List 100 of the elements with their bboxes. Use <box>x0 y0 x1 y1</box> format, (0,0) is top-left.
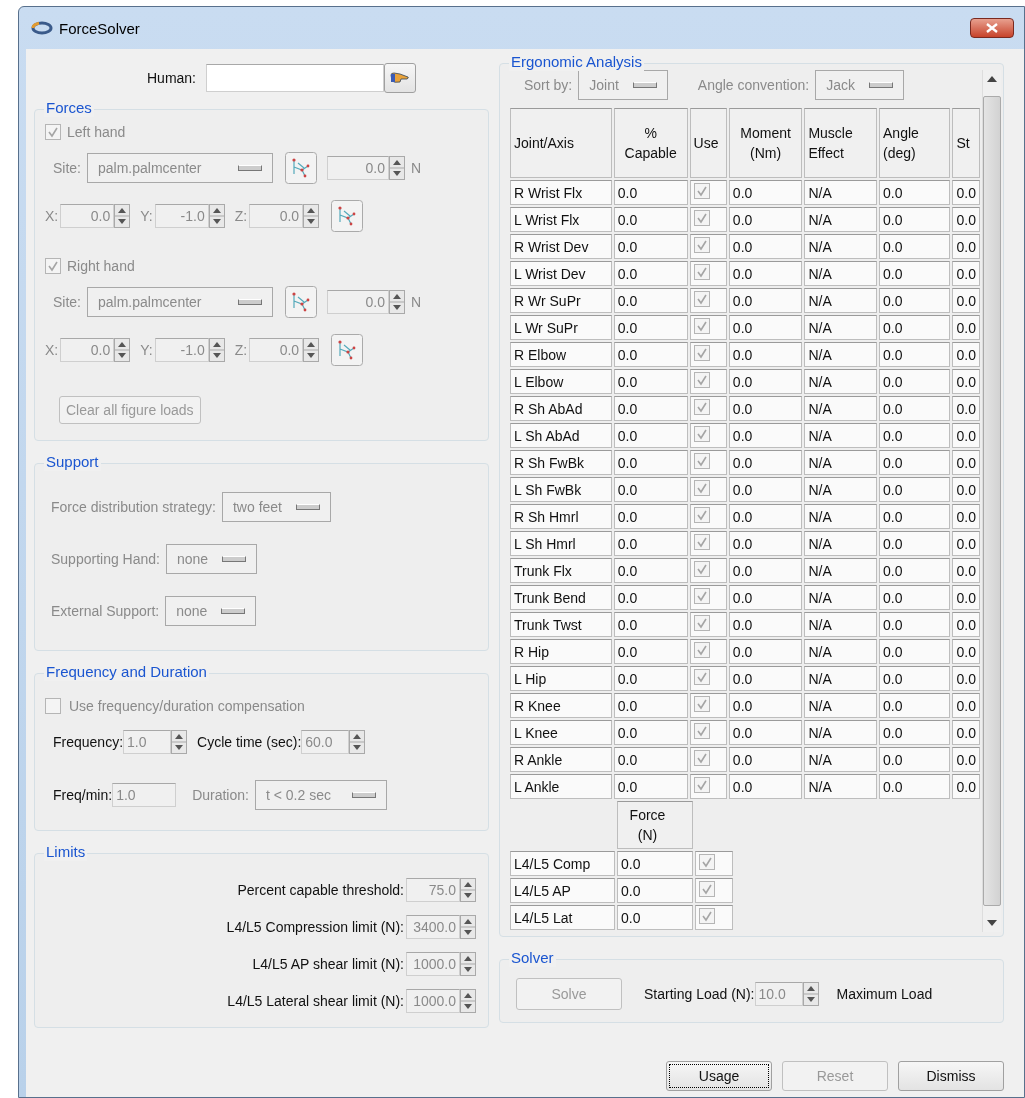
spin-buttons[interactable] <box>460 952 476 976</box>
option-menu[interactable]: Joint <box>578 70 668 100</box>
checkbox[interactable] <box>693 372 710 388</box>
column-header[interactable]: Force (N) <box>617 801 693 849</box>
checkbox[interactable] <box>699 908 715 924</box>
pointing-hand-icon <box>390 72 410 84</box>
checkbox[interactable] <box>693 750 710 766</box>
checkbox[interactable] <box>699 854 715 870</box>
checkbox[interactable] <box>699 881 715 897</box>
checkbox[interactable] <box>45 124 61 140</box>
number-field[interactable]: 75.0 <box>406 878 460 902</box>
table-cell: 0.0 <box>952 450 980 475</box>
table-cell: 0.0 <box>952 774 980 799</box>
dialog-button[interactable]: Dismiss <box>898 1061 1004 1091</box>
number-field[interactable]: -1.0 <box>154 204 209 228</box>
checkbox[interactable] <box>693 426 710 442</box>
table-cell: L Knee <box>510 720 612 745</box>
spin-buttons[interactable] <box>389 290 405 314</box>
spin-buttons[interactable] <box>303 338 320 362</box>
table-cell: N/A <box>804 477 878 502</box>
spin-buttons[interactable] <box>802 982 819 1006</box>
number-field[interactable]: 0.0 <box>327 156 389 180</box>
number-field[interactable]: 0.0 <box>249 338 304 362</box>
checkbox[interactable] <box>693 642 710 658</box>
number-field[interactable]: 10.0 <box>754 982 803 1006</box>
number-field[interactable]: 0.0 <box>327 290 389 314</box>
number-field[interactable]: 1.0 <box>112 783 177 807</box>
checkbox[interactable] <box>693 723 710 739</box>
option-menu[interactable]: palm.palmcenter <box>87 287 273 317</box>
option-menu[interactable]: none <box>165 596 257 626</box>
number-field[interactable]: 3400.0 <box>406 915 460 939</box>
option-menu[interactable]: none <box>165 544 258 574</box>
checkbox[interactable] <box>693 210 710 226</box>
number-field[interactable]: 1.0 <box>123 730 172 754</box>
figure-pick-button[interactable] <box>285 286 317 318</box>
spin-buttons[interactable] <box>171 730 188 754</box>
checkbox[interactable] <box>693 399 710 415</box>
spin-buttons[interactable] <box>114 338 131 362</box>
dialog-button[interactable]: Usage <box>666 1061 772 1091</box>
spin-buttons[interactable] <box>460 915 476 939</box>
number-field[interactable]: 1000.0 <box>406 989 460 1013</box>
text-field[interactable] <box>206 64 384 92</box>
checkbox[interactable] <box>693 237 710 253</box>
spin-buttons[interactable] <box>389 156 405 180</box>
figure-pick-button[interactable] <box>285 152 317 184</box>
checkbox[interactable] <box>693 480 710 496</box>
number-field[interactable]: 0.0 <box>249 204 304 228</box>
option-menu[interactable]: t < 0.2 sec <box>254 780 387 810</box>
checkbox[interactable] <box>45 258 61 274</box>
checkbox[interactable] <box>45 698 61 714</box>
figure-pick-button[interactable] <box>331 200 364 232</box>
column-header[interactable]: St <box>952 108 980 178</box>
number-field[interactable]: 60.0 <box>301 730 350 754</box>
number-field[interactable]: 0.0 <box>60 338 115 362</box>
column-header[interactable]: Joint/Axis <box>510 108 612 178</box>
number-field[interactable]: 0.0 <box>60 204 115 228</box>
column-header[interactable]: Angle (deg) <box>879 108 951 178</box>
scroll-down-icon[interactable] <box>987 920 997 926</box>
pick-button[interactable] <box>384 63 416 93</box>
checkbox[interactable] <box>693 615 710 631</box>
checkbox[interactable] <box>693 318 710 334</box>
figure-pick-button[interactable] <box>331 334 364 366</box>
checkbox[interactable] <box>693 777 710 793</box>
option-menu[interactable]: Jack <box>815 70 904 100</box>
spin-buttons[interactable] <box>460 989 476 1013</box>
checkbox[interactable] <box>693 669 710 685</box>
table-cell: 0.0 <box>613 369 688 394</box>
spin-buttons[interactable] <box>460 878 476 902</box>
number-field[interactable]: -1.0 <box>154 338 209 362</box>
column-header[interactable]: % Capable <box>613 108 688 178</box>
spin-buttons[interactable] <box>303 204 320 228</box>
table-cell: 0.0 <box>879 693 951 718</box>
checkbox[interactable] <box>693 291 710 307</box>
spin-buttons[interactable] <box>349 730 366 754</box>
spin-buttons[interactable] <box>208 338 225 362</box>
checkbox[interactable] <box>693 183 710 199</box>
column-header[interactable]: Use <box>689 108 727 178</box>
column-header[interactable]: Muscle Effect <box>804 108 878 178</box>
field-label: Site: <box>53 294 81 310</box>
option-menu[interactable]: palm.palmcenter <box>87 153 273 183</box>
table-cell: R Ankle <box>510 747 612 772</box>
column-header[interactable]: Moment (Nm) <box>728 108 803 178</box>
clear-loads-button[interactable]: Clear all figure loads <box>59 396 201 424</box>
checkbox[interactable] <box>693 507 710 523</box>
checkbox[interactable] <box>693 264 710 280</box>
option-menu[interactable]: two feet <box>221 492 331 522</box>
close-button[interactable] <box>970 18 1014 38</box>
checkbox[interactable] <box>693 534 710 550</box>
checkbox[interactable] <box>693 453 710 469</box>
spin-buttons[interactable] <box>114 204 131 228</box>
table-cell: 0.0 <box>879 639 951 664</box>
checkbox[interactable] <box>693 696 710 712</box>
scroll-up-icon[interactable] <box>987 76 997 82</box>
checkbox[interactable] <box>693 561 710 577</box>
number-field[interactable]: 1000.0 <box>406 952 460 976</box>
checkbox[interactable] <box>693 588 710 604</box>
checkbox[interactable] <box>693 345 710 361</box>
field-label: Starting Load (N): <box>644 986 755 1002</box>
spin-buttons[interactable] <box>208 204 225 228</box>
field-label: Y: <box>140 342 153 358</box>
